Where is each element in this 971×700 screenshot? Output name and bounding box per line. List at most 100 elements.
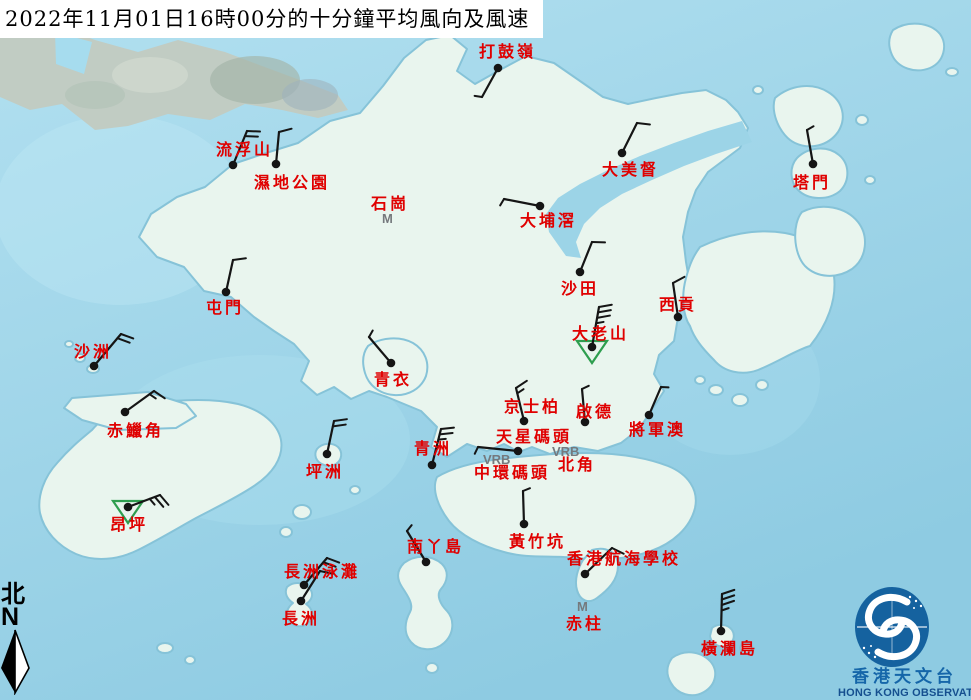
wind-barb-feather-full <box>441 428 454 429</box>
map-title: 2022年11月01日16時00分的十分鐘平均風向及風速 <box>0 0 543 38</box>
station-dot <box>121 408 130 417</box>
station-star-ferry <box>475 447 523 456</box>
station-waglan-island <box>717 590 735 635</box>
station-dot <box>514 447 523 456</box>
station-kai-tak <box>581 386 590 426</box>
wind-barb-staff <box>504 199 540 206</box>
hko-logo-chinese: 香港天文台 <box>838 668 971 687</box>
station-sha-chau <box>90 334 134 370</box>
wind-barb-feather-full <box>722 590 734 594</box>
station-peng-chau <box>323 419 347 458</box>
station-dot <box>323 450 332 459</box>
station-dot <box>717 627 726 636</box>
station-tates-cairn <box>577 305 612 363</box>
wind-barb-feather-half <box>500 199 504 205</box>
wind-barb-feather-half <box>369 330 373 337</box>
station-wetland-park <box>272 129 292 169</box>
north-arrow: 北 N <box>1 581 33 695</box>
station-ngong-ping <box>113 495 168 523</box>
wind-barb-feather-full <box>599 305 612 307</box>
station-dot <box>272 160 281 169</box>
station-dot <box>576 268 585 277</box>
wind-barb-feather-full <box>333 425 346 427</box>
station-dot <box>300 581 309 590</box>
station-dot <box>387 359 396 368</box>
wind-barb-staff <box>482 68 498 97</box>
hko-logo-english: HONG KONG OBSERVATORY <box>838 687 971 699</box>
station-dot <box>422 558 431 567</box>
station-lau-fau-shan <box>229 131 260 169</box>
station-sha-tin <box>576 242 605 276</box>
wind-barb-feather-half <box>523 488 530 491</box>
station-dot <box>520 417 529 426</box>
wind-barb-feather-half <box>807 126 813 130</box>
wind-barb-staff <box>478 447 518 451</box>
station-lamma-island <box>407 525 430 566</box>
wind-barb-feather-full <box>598 310 611 312</box>
wind-barb-feather-half <box>150 394 156 398</box>
wind-barb-staff <box>523 491 524 524</box>
wind-barb-feather-half <box>475 447 478 454</box>
station-dot <box>222 288 231 297</box>
station-wong-chuk-hang <box>520 488 530 528</box>
wind-barb-staff <box>226 260 233 292</box>
wind-barb-staff <box>276 132 279 164</box>
wind-barb-feather-half <box>582 386 589 389</box>
station-tap-mun <box>807 126 817 168</box>
wind-barb-staff <box>580 242 592 272</box>
wind-barb-staff <box>622 123 637 153</box>
station-dot <box>428 461 437 470</box>
wind-barb-feather-half <box>150 499 155 505</box>
station-kings-park <box>516 381 528 425</box>
wind-barb-feather-full <box>279 129 292 132</box>
wind-map-screen: 打鼓嶺流浮山濕地公園M石崗大美督塔門大埔滘沙田西貢大老山屯門沙洲青衣赤鱲角京士柏… <box>0 0 971 700</box>
station-dot <box>674 313 683 322</box>
wind-barb-feather-full <box>673 277 684 283</box>
station-tseung-kwan-o <box>645 387 669 419</box>
hko-logo-icon <box>838 583 971 667</box>
wind-barb-staff <box>582 389 585 422</box>
station-tuen-mun <box>222 258 246 296</box>
station-dot <box>645 411 654 420</box>
wind-barb-feather-full <box>327 558 339 563</box>
north-letter-label: N <box>1 606 33 629</box>
station-dot <box>90 362 99 371</box>
station-ta-kwu-ling <box>475 64 503 97</box>
wind-barb-feather-half <box>438 439 445 440</box>
wind-barb-feather-full <box>247 131 260 132</box>
station-green-island <box>428 428 454 470</box>
wind-barb-feather-half <box>407 525 412 531</box>
station-tsing-yi <box>369 330 395 367</box>
wind-barb-feather-full <box>323 562 335 567</box>
wind-barb-feather-full <box>320 571 333 574</box>
wind-barb-feather-full <box>597 316 610 318</box>
wind-barb-feather-full <box>722 595 734 599</box>
wind-barb-feather-full <box>233 258 246 260</box>
compass-needle <box>1 629 31 695</box>
wind-barb-feather-full <box>117 338 129 342</box>
wind-barb-staff <box>807 130 813 164</box>
wind-barb-feather-full <box>612 548 624 554</box>
wind-barb-overlay <box>0 0 971 700</box>
wind-barb-staff <box>649 387 661 415</box>
wind-barb-feather-half <box>475 96 482 97</box>
wind-barb-feather-full <box>722 601 734 605</box>
wind-barb-feather-full <box>516 381 527 388</box>
wind-barb-feather-half <box>517 389 523 393</box>
station-dot <box>581 570 590 579</box>
wind-barb-feather-full <box>440 433 453 434</box>
station-dot <box>494 64 503 73</box>
station-dot <box>229 161 238 170</box>
station-dot <box>520 520 529 529</box>
station-dot <box>581 418 590 427</box>
station-dot <box>297 597 306 606</box>
wind-barb-staff <box>673 283 678 317</box>
wind-barb-feather-full <box>121 334 133 338</box>
wind-barb-feather-half <box>596 322 603 323</box>
wind-barb-feather-full <box>334 419 347 421</box>
wind-barb-staff <box>369 337 391 363</box>
wind-barb-staff <box>407 531 426 562</box>
station-dot <box>809 160 818 169</box>
station-tai-mei-tuk <box>618 123 650 157</box>
wind-barb-staff <box>585 548 612 574</box>
